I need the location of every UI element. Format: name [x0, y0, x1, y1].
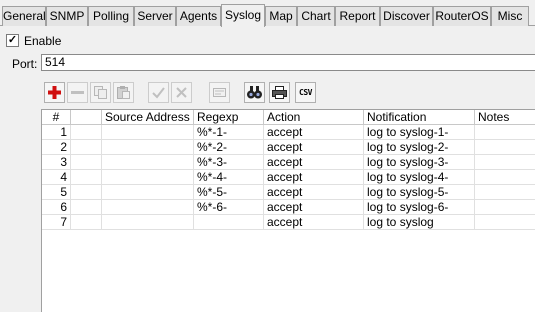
- tab-snmp[interactable]: SNMP: [46, 6, 88, 26]
- row-source-address: [102, 200, 194, 215]
- paste-button[interactable]: [113, 82, 134, 103]
- disable-button[interactable]: [171, 82, 192, 103]
- row-notification: log to syslog-5-: [364, 185, 475, 200]
- row-notes: [475, 200, 535, 215]
- row-source-address: [102, 185, 194, 200]
- disable-x-icon: [176, 87, 187, 98]
- row-notes: [475, 215, 535, 230]
- tab-syslog[interactable]: Syslog: [221, 4, 265, 27]
- tab-discover[interactable]: Discover: [380, 6, 433, 26]
- tab-polling[interactable]: Polling: [88, 6, 134, 26]
- csv-export-button[interactable]: CSV: [295, 82, 316, 103]
- enable-checkbox[interactable]: ✓: [6, 34, 19, 47]
- row-action: accept: [264, 155, 364, 170]
- tab-chart[interactable]: Chart: [297, 6, 335, 26]
- row-notes: [475, 170, 535, 185]
- row-regexp: %*-6-: [194, 200, 264, 215]
- column-header-notification[interactable]: Notification: [364, 110, 475, 125]
- row-flag: [71, 125, 102, 140]
- column-header-source-address[interactable]: Source Address: [102, 110, 194, 125]
- print-button[interactable]: [269, 82, 290, 103]
- row-action: accept: [264, 185, 364, 200]
- tab-bar: General SNMP Polling Server Agents Syslo…: [0, 4, 535, 27]
- find-binoculars-icon: [247, 86, 262, 99]
- row-regexp: %*-1-: [194, 125, 264, 140]
- remove-icon: [71, 91, 84, 94]
- row-notes: [475, 140, 535, 155]
- comment-button[interactable]: [209, 82, 230, 103]
- copy-icon: [94, 86, 107, 99]
- row-number: 1: [42, 125, 71, 140]
- paste-icon: [117, 86, 130, 99]
- csv-export-icon: CSV: [299, 88, 312, 97]
- row-notes: [475, 185, 535, 200]
- tab-routeros[interactable]: RouterOS: [433, 6, 491, 26]
- row-source-address: [102, 170, 194, 185]
- row-number: 2: [42, 140, 71, 155]
- row-notification: log to syslog-1-: [364, 125, 475, 140]
- print-icon: [272, 86, 287, 99]
- tab-misc[interactable]: Misc: [491, 6, 529, 26]
- find-button[interactable]: [244, 82, 265, 103]
- row-number: 5: [42, 185, 71, 200]
- row-flag: [71, 185, 102, 200]
- row-action: accept: [264, 200, 364, 215]
- tab-server[interactable]: Server: [134, 6, 176, 26]
- row-regexp: %*-4-: [194, 170, 264, 185]
- enable-button[interactable]: [148, 82, 169, 103]
- row-flag: [71, 140, 102, 155]
- row-source-address: [102, 125, 194, 140]
- row-regexp: %*-5-: [194, 185, 264, 200]
- tab-map[interactable]: Map: [265, 6, 297, 26]
- port-label: Port:: [12, 57, 38, 71]
- add-button[interactable]: [44, 82, 65, 103]
- row-number: 7: [42, 215, 71, 230]
- row-source-address: [102, 140, 194, 155]
- row-number: 4: [42, 170, 71, 185]
- row-source-address: [102, 215, 194, 230]
- tab-report[interactable]: Report: [335, 6, 380, 26]
- row-action: accept: [264, 215, 364, 230]
- row-flag: [71, 170, 102, 185]
- row-flag: [71, 200, 102, 215]
- row-regexp: [194, 215, 264, 230]
- row-flag: [71, 155, 102, 170]
- row-notification: log to syslog: [364, 215, 475, 230]
- tab-agents[interactable]: Agents: [176, 6, 221, 26]
- add-icon: [48, 86, 61, 99]
- row-regexp: %*-3-: [194, 155, 264, 170]
- tab-general[interactable]: General: [2, 6, 46, 26]
- row-action: accept: [264, 170, 364, 185]
- remove-button[interactable]: [67, 82, 88, 103]
- row-action: accept: [264, 125, 364, 140]
- enable-label: Enable: [24, 34, 62, 48]
- column-header-notes[interactable]: Notes: [475, 110, 535, 125]
- comment-icon: [213, 88, 226, 97]
- column-header-action[interactable]: Action: [264, 110, 364, 125]
- row-source-address: [102, 155, 194, 170]
- port-input[interactable]: 514: [41, 54, 535, 71]
- row-action: accept: [264, 140, 364, 155]
- row-number: 6: [42, 200, 71, 215]
- row-number: 3: [42, 155, 71, 170]
- syslog-rules-table: # Source Address Regexp Action Notificat…: [41, 109, 535, 312]
- column-header-number[interactable]: #: [42, 110, 71, 125]
- row-notification: log to syslog-6-: [364, 200, 475, 215]
- row-notes: [475, 125, 535, 140]
- enable-check-icon: [152, 87, 165, 99]
- column-header-regexp[interactable]: Regexp: [194, 110, 264, 125]
- column-header-flags[interactable]: [71, 110, 102, 125]
- row-notification: log to syslog-3-: [364, 155, 475, 170]
- row-notes: [475, 155, 535, 170]
- row-notification: log to syslog-2-: [364, 140, 475, 155]
- row-regexp: %*-2-: [194, 140, 264, 155]
- row-flag: [71, 215, 102, 230]
- row-notification: log to syslog-4-: [364, 170, 475, 185]
- copy-button[interactable]: [90, 82, 111, 103]
